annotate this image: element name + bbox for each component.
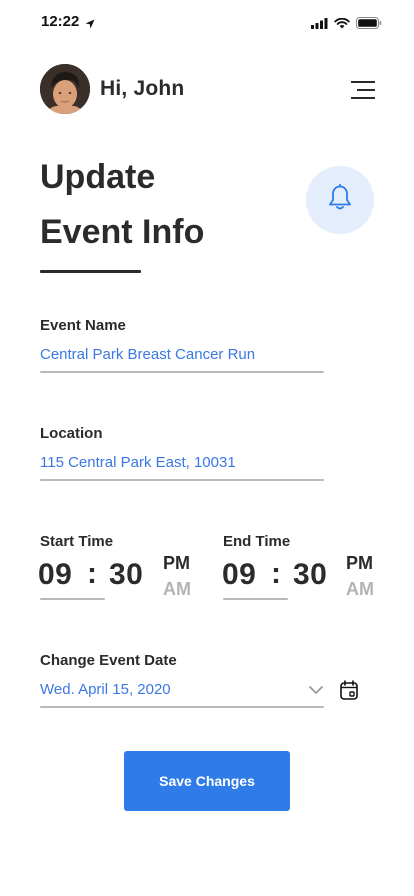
bell-icon [327,183,353,217]
end-time-minute[interactable]: 30 [293,558,327,592]
start-time-separator: : [87,557,98,590]
location-field[interactable]: 115 Central Park East, 10031 [40,454,236,471]
event-date-select[interactable]: Wed. April 15, 2020 [40,681,171,698]
start-time-underline [40,598,105,600]
end-time-am-toggle[interactable]: AM [346,579,374,600]
end-time-separator: : [271,557,282,590]
greeting: Hi, John [100,77,185,100]
start-time-label: Start Time [40,533,114,550]
page-title-line-2: Event Info [40,213,205,251]
event-name-field[interactable]: Central Park Breast Cancer Run [40,346,255,363]
status-bar: 12:22 [0,0,414,44]
notifications-button[interactable] [306,166,374,234]
start-time-am-toggle[interactable]: AM [163,579,191,600]
start-time-minute[interactable]: 30 [109,558,143,592]
event-name-underline [40,371,324,373]
wifi-icon [334,16,350,34]
battery-icon [356,16,382,34]
page-title: Update Event Info [40,150,204,260]
status-time: 12:22 [41,13,80,30]
start-time-pm-toggle[interactable]: PM [163,553,190,574]
event-date-label: Change Event Date [40,652,177,669]
page-title-line-1: Update [40,158,156,196]
end-time-hour[interactable]: 09 [222,558,256,592]
cellular-signal-icon [311,16,328,34]
end-time-label: End Time [223,533,291,550]
location-label: Location [40,425,103,442]
save-changes-button[interactable]: Save Changes [124,751,290,811]
title-underline [40,270,141,273]
event-date-underline [40,706,324,708]
end-time-pm-toggle[interactable]: PM [346,553,373,574]
status-indicators [311,16,382,34]
calendar-icon[interactable] [340,680,358,705]
avatar[interactable] [40,64,90,114]
location-arrow-icon [85,16,95,34]
start-time-hour[interactable]: 09 [38,558,72,592]
chevron-down-icon[interactable] [308,682,324,700]
end-time-underline [223,598,288,600]
event-name-label: Event Name [40,317,126,334]
hamburger-menu-icon[interactable] [351,80,375,100]
location-underline [40,479,324,481]
